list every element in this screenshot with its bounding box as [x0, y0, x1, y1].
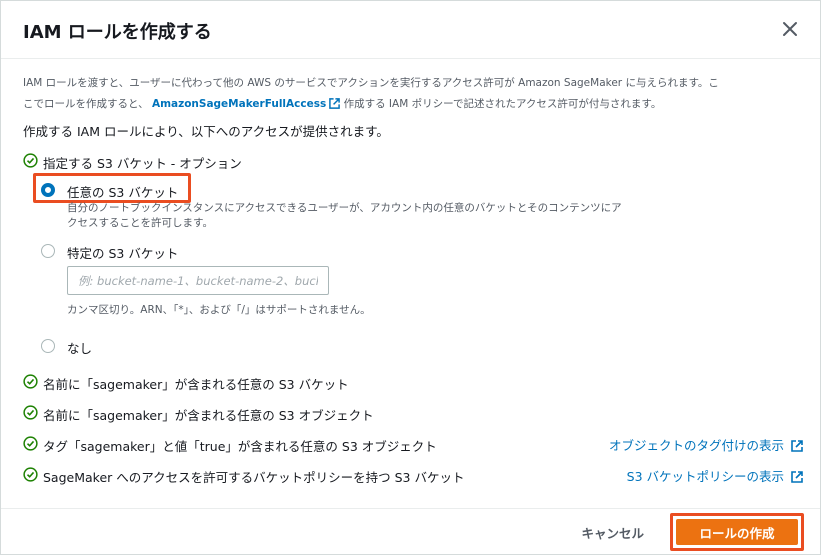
radio-none-label: なし [67, 341, 93, 356]
bucket-names-input[interactable] [67, 266, 329, 295]
dialog-description: IAM ロールを渡すと、ユーザーに代わって他の AWS のサービスでアクションを… [23, 73, 803, 115]
description-text-1: IAM ロールを渡すと、ユーザーに代わって他の AWS のサービスでアクションを… [23, 77, 719, 89]
s3-section-heading-text: 指定する S3 バケット - オプション [43, 156, 242, 171]
success-check-icon [23, 153, 38, 168]
cancel-button[interactable]: キャンセル [581, 523, 644, 542]
access-item: 名前に「sagemaker」が含まれる任意の S3 オブジェクト [23, 404, 803, 424]
radio-any-bucket-label: 任意の S3 バケット [67, 185, 179, 200]
description-text-2: こでロールを作成すると、 [23, 98, 149, 110]
create-role-button[interactable]: ロールの作成 [676, 519, 798, 545]
access-intro: 作成する IAM ロールにより、以下へのアクセスが提供されます。 [23, 124, 389, 139]
dialog-header: IAM ロールを作成する [1, 1, 820, 59]
success-check-icon [23, 436, 38, 451]
s3-section-heading: 指定する S3 バケット - オプション [23, 152, 803, 172]
policy-link-label: AmazonSageMakerFullAccess [151, 98, 327, 110]
external-link-icon [791, 440, 803, 452]
success-check-icon [23, 467, 38, 482]
bucket-input-hint: カンマ区切り。ARN、「*」、および「/」はサポートされません。 [67, 304, 371, 316]
policy-link[interactable]: AmazonSageMakerFullAccess [151, 98, 341, 110]
radio-button[interactable] [41, 244, 55, 258]
success-check-icon [23, 405, 38, 420]
external-link-icon [791, 471, 803, 483]
dialog-footer: キャンセル ロールの作成 [1, 508, 820, 556]
access-item-text: 名前に「sagemaker」が含まれる任意の S3 オブジェクト [43, 408, 374, 423]
description-text-3: 作成する IAM ポリシーで記述されたアクセス許可が付与されます。 [343, 98, 662, 110]
radio-button-selected[interactable] [41, 183, 55, 197]
radio-specific-bucket-label: 特定の S3 バケット [67, 246, 179, 261]
access-item-text: 名前に「sagemaker」が含まれる任意の S3 バケット [43, 377, 349, 392]
access-item: SageMaker へのアクセスを許可するバケットポリシーを持つ S3 バケット… [23, 466, 803, 486]
success-check-icon [23, 374, 38, 389]
access-item: 名前に「sagemaker」が含まれる任意の S3 バケット [23, 373, 803, 393]
dialog-title: IAM ロールを作成する [23, 22, 212, 43]
radio-button[interactable] [41, 339, 55, 353]
view-object-tagging-label: オブジェクトのタグ付けの表示 [609, 438, 785, 453]
any-bucket-description: 自分のノートブックインスタンスにアクセスできるユーザーが、アカウント内の任意のバ… [67, 202, 622, 229]
create-iam-role-dialog: IAM ロールを作成する IAM ロールを渡すと、ユーザーに代わって他の AWS… [0, 0, 821, 555]
view-object-tagging-link[interactable]: オブジェクトのタグ付けの表示 [609, 435, 803, 454]
close-button[interactable] [780, 19, 800, 39]
create-button-highlight: ロールの作成 [670, 513, 804, 551]
access-item-text: SageMaker へのアクセスを許可するバケットポリシーを持つ S3 バケット [43, 470, 465, 485]
close-icon [783, 22, 797, 36]
access-item: タグ「sagemaker」と値「true」が含まれる任意の S3 オブジェクト … [23, 435, 803, 455]
access-item-text: タグ「sagemaker」と値「true」が含まれる任意の S3 オブジェクト [43, 439, 437, 454]
external-link-icon [329, 98, 341, 109]
view-bucket-policy-link[interactable]: S3 バケットポリシーの表示 [627, 466, 803, 485]
view-bucket-policy-label: S3 バケットポリシーの表示 [626, 469, 785, 484]
